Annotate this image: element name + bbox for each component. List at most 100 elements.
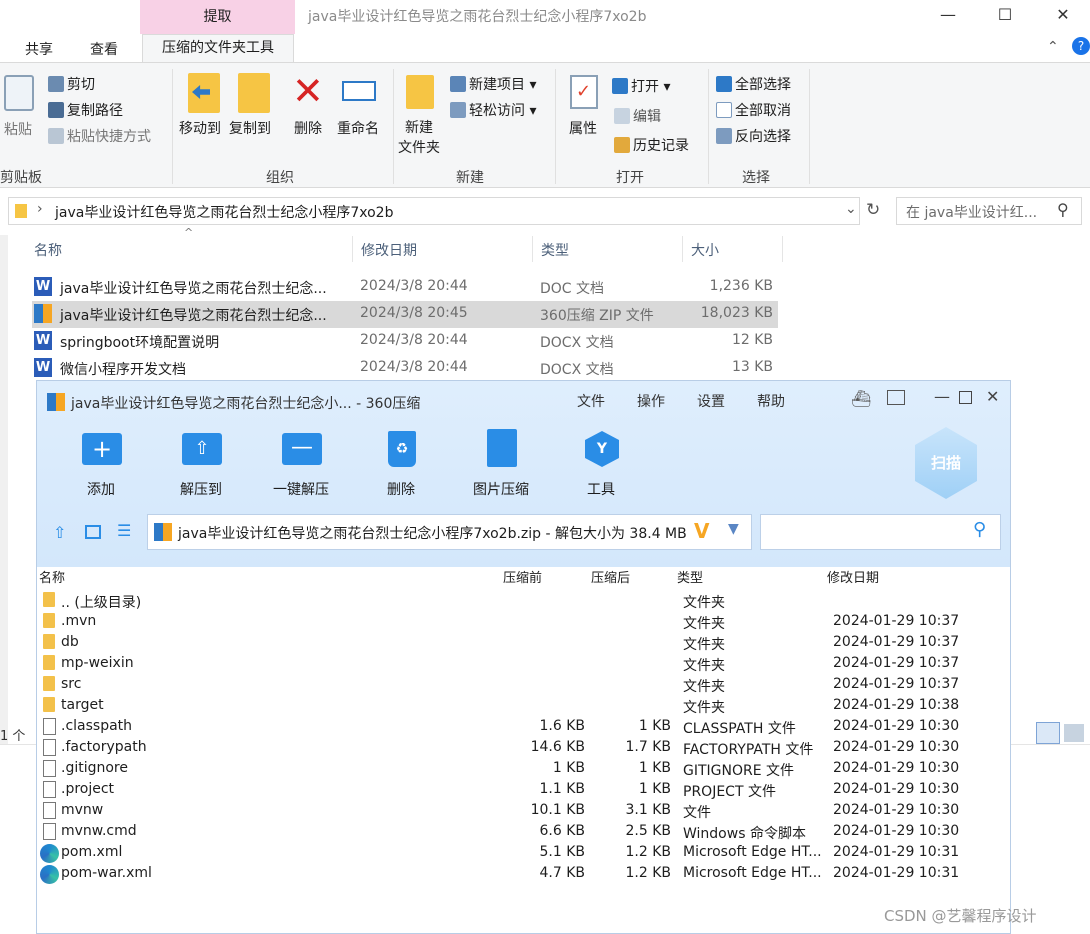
search-box[interactable]: 在 java毕业设计红... ⚲ bbox=[896, 197, 1082, 225]
column-type[interactable]: 类型 bbox=[541, 240, 569, 260]
zip-column-name[interactable]: 名称 bbox=[39, 567, 65, 586]
delete-button[interactable]: 删除 bbox=[294, 118, 322, 138]
new-folder-icon[interactable] bbox=[406, 75, 434, 109]
zip-archive-icon bbox=[34, 304, 52, 323]
zip-list-item[interactable]: src 文件夹 2024-01-29 10:37 bbox=[37, 675, 1010, 696]
file-row[interactable]: W 微信小程序开发文档 2024/3/8 20:44 DOCX 文档 13 KB bbox=[32, 355, 778, 382]
zip-item-type: 文件夹 bbox=[683, 700, 725, 716]
zip-column-after[interactable]: 压缩后 bbox=[591, 567, 630, 586]
close-button[interactable]: ✕ bbox=[986, 387, 999, 406]
cut-button[interactable]: 剪切 bbox=[48, 74, 95, 94]
tab-share[interactable]: 共享 bbox=[25, 39, 53, 59]
zip-column-date[interactable]: 修改日期 bbox=[827, 567, 879, 586]
zip-column-type[interactable]: 类型 bbox=[677, 567, 703, 586]
scan-button[interactable]: 扫描 bbox=[915, 427, 977, 499]
file-row[interactable]: W java毕业设计红色导览之雨花台烈士纪念... 2024/3/8 20:44… bbox=[32, 274, 778, 301]
tab-compressed-folder-tools[interactable]: 压缩的文件夹工具 bbox=[142, 34, 294, 63]
zip-column-before[interactable]: 压缩前 bbox=[503, 567, 542, 586]
zip-list-item[interactable]: target 文件夹 2024-01-29 10:38 bbox=[37, 696, 1010, 717]
copy-path-button[interactable]: 复制路径 bbox=[48, 100, 123, 120]
address-path[interactable]: java毕业设计红色导览之雨花台烈士纪念小程序7xo2b bbox=[55, 202, 393, 222]
zip-list-item[interactable]: .. (上级目录) 文件夹 bbox=[37, 591, 1010, 612]
new-item-button[interactable]: 新建项目 ▾ bbox=[450, 74, 536, 94]
zip-item-type: Microsoft Edge HT... bbox=[683, 865, 822, 881]
paste-button[interactable]: 粘贴 bbox=[4, 119, 32, 139]
new-folder-button[interactable]: 新建 bbox=[405, 117, 433, 137]
zip-list-item[interactable]: .classpath 1.6 KB 1 KB CLASSPATH 文件 2024-01-… bbox=[37, 717, 1010, 738]
zip-list-item[interactable]: mvnw 10.1 KB 3.1 KB 文件 2024-01-29 10:30 bbox=[37, 801, 1010, 822]
search-icon[interactable]: ⚲ bbox=[1057, 200, 1069, 219]
file-size: 12 KB bbox=[731, 332, 773, 348]
menu-file[interactable]: 文件 bbox=[577, 391, 605, 411]
zip-path-bar[interactable]: java毕业设计红色导览之雨花台烈士纪念小程序7xo2b.zip - 解包大小为… bbox=[147, 514, 752, 550]
properties-icon[interactable]: ✓ bbox=[570, 75, 598, 109]
zip-list-item[interactable]: pom-war.xml 4.7 KB 1.2 KB Microsoft Edge HT… bbox=[37, 864, 1010, 885]
minimize-button[interactable]: — bbox=[928, 3, 968, 27]
rename-icon[interactable] bbox=[342, 81, 376, 101]
edit-button[interactable]: 编辑 bbox=[614, 106, 661, 126]
large-icons-view-icon[interactable] bbox=[1064, 724, 1084, 742]
thumbnail-view-icon[interactable] bbox=[85, 525, 101, 539]
column-size[interactable]: 大小 bbox=[691, 240, 719, 260]
zip-list-item[interactable]: mvnw.cmd 6.6 KB 2.5 KB Windows 命令脚本 2024-01-… bbox=[37, 822, 1010, 843]
select-none-button[interactable]: 全部取消 bbox=[716, 100, 791, 120]
help-icon[interactable]: ? bbox=[1072, 37, 1090, 55]
menu-operation[interactable]: 操作 bbox=[637, 391, 665, 411]
vip-icon[interactable]: V bbox=[694, 519, 709, 543]
select-all-button[interactable]: 全部选择 bbox=[716, 74, 791, 94]
zip-list-item[interactable]: db 文件夹 2024-01-29 10:37 bbox=[37, 633, 1010, 654]
close-button[interactable]: ✕ bbox=[1043, 3, 1083, 27]
skin-icon[interactable]: ⛴ bbox=[851, 389, 871, 408]
chevron-down-icon[interactable]: ▼ bbox=[728, 521, 739, 537]
menu-settings[interactable]: 设置 bbox=[697, 391, 725, 411]
maximize-button[interactable]: ☐ bbox=[985, 3, 1025, 27]
move-to-button[interactable]: 移动到 bbox=[179, 118, 221, 138]
details-view-icon[interactable] bbox=[1036, 722, 1060, 744]
properties-button[interactable]: 属性 bbox=[569, 118, 597, 138]
chevron-down-icon[interactable]: ⌄ bbox=[845, 201, 857, 217]
copy-to-icon[interactable] bbox=[238, 73, 270, 113]
column-date[interactable]: 修改日期 bbox=[361, 240, 417, 260]
word-doc-icon: W bbox=[34, 331, 52, 350]
zip-item-name: .factorypath bbox=[61, 739, 147, 755]
up-arrow-icon[interactable]: ⇧ bbox=[53, 523, 66, 542]
breadcrumb-chevron-icon[interactable]: › bbox=[37, 201, 43, 217]
invert-selection-button[interactable]: 反向选择 bbox=[716, 126, 791, 146]
delete-icon[interactable]: ✕ bbox=[292, 69, 324, 113]
zip-search-input[interactable]: ⚲ bbox=[760, 514, 1001, 550]
search-icon[interactable]: ⚲ bbox=[973, 519, 986, 540]
zip-list-item[interactable]: .factorypath 14.6 KB 1.7 KB FACTORYPATH 文件 2… bbox=[37, 738, 1010, 759]
zip-list-item[interactable]: .project 1.1 KB 1 KB PROJECT 文件 2024-01-29 1… bbox=[37, 780, 1010, 801]
menu-help[interactable]: 帮助 bbox=[757, 391, 785, 411]
zip-list-item[interactable]: mp-weixin 文件夹 2024-01-29 10:37 bbox=[37, 654, 1010, 675]
zip-list-item[interactable]: pom.xml 5.1 KB 1.2 KB Microsoft Edge HT... 2… bbox=[37, 843, 1010, 864]
file-row[interactable]: W springboot环境配置说明 2024/3/8 20:44 DOCX 文… bbox=[32, 328, 778, 355]
maximize-button[interactable] bbox=[959, 391, 972, 404]
group-label-new: 新建 bbox=[456, 170, 484, 186]
column-name[interactable]: 名称 bbox=[34, 240, 62, 260]
feedback-icon[interactable] bbox=[887, 390, 905, 405]
scrollbar[interactable] bbox=[0, 235, 8, 745]
new-folder-button-line2[interactable]: 文件夹 bbox=[398, 137, 440, 157]
minimize-button[interactable]: — bbox=[934, 387, 950, 406]
zip-list-item[interactable]: .mvn 文件夹 2024-01-29 10:37 bbox=[37, 612, 1010, 633]
easy-access-button[interactable]: 轻松访问 ▾ bbox=[450, 100, 536, 120]
file-row-selected[interactable]: java毕业设计红色导览之雨花台烈士纪念... 2024/3/8 20:45 3… bbox=[32, 301, 778, 328]
paste-shortcut-button[interactable]: 粘贴快捷方式 bbox=[48, 126, 151, 146]
tab-extract[interactable]: 提取 bbox=[140, 0, 295, 34]
open-button[interactable]: 打开 ▾ bbox=[612, 76, 670, 96]
chevron-up-icon[interactable]: ⌃ bbox=[1047, 39, 1059, 55]
rename-button[interactable]: 重命名 bbox=[337, 118, 379, 138]
history-button[interactable]: 历史记录 bbox=[614, 135, 689, 155]
list-view-icon[interactable]: ☰ bbox=[117, 521, 131, 540]
zip-item-name: .project bbox=[61, 781, 115, 797]
copy-to-button[interactable]: 复制到 bbox=[229, 118, 271, 138]
address-bar[interactable]: › java毕业设计红色导览之雨花台烈士纪念小程序7xo2b ⌄ bbox=[8, 197, 860, 225]
paste-icon[interactable] bbox=[4, 75, 34, 111]
tab-view[interactable]: 查看 bbox=[90, 39, 118, 59]
move-to-icon[interactable] bbox=[188, 73, 220, 113]
file-name: java毕业设计红色导览之雨花台烈士纪念... bbox=[60, 308, 327, 324]
folder-icon bbox=[43, 634, 55, 649]
zip-list-item[interactable]: .gitignore 1 KB 1 KB GITIGNORE 文件 2024-01-29… bbox=[37, 759, 1010, 780]
refresh-icon[interactable]: ↻ bbox=[866, 200, 880, 220]
